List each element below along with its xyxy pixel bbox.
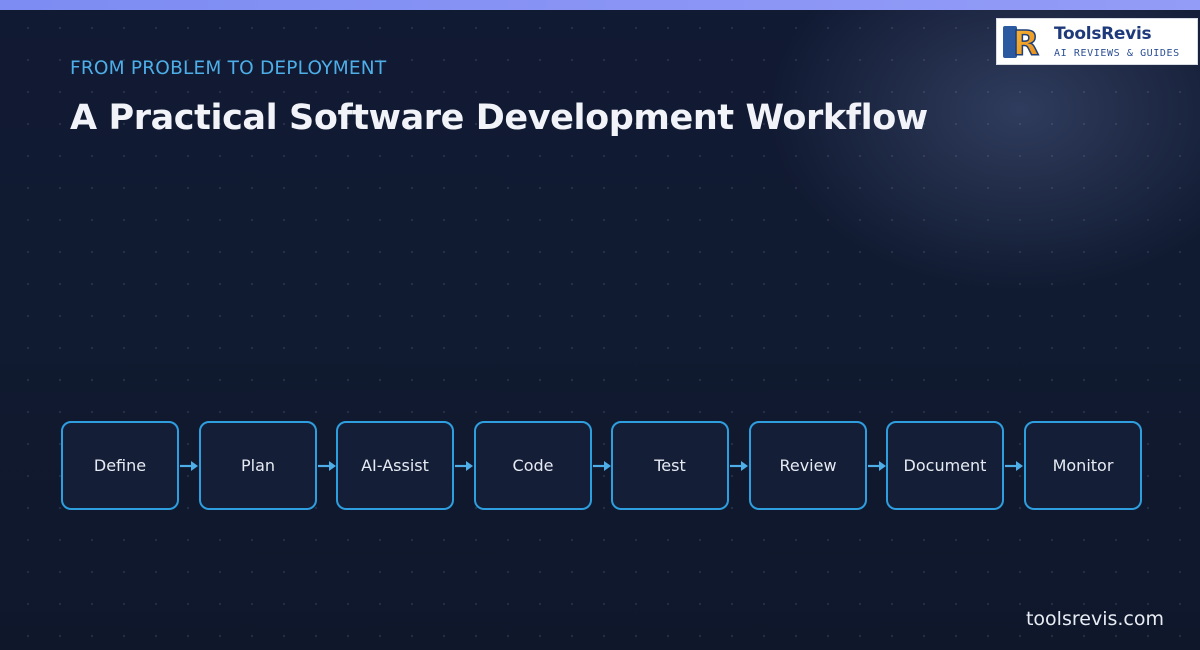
workflow-step-document: Document	[886, 421, 1004, 510]
workflow-step-ai-assist: AI-Assist	[336, 421, 454, 510]
workflow-step-label: Define	[93, 456, 147, 475]
workflow-step-test: Test	[611, 421, 729, 510]
workflow-step-label: Test	[654, 456, 686, 475]
arrow-right-icon	[1005, 461, 1023, 471]
workflow-step-label: Document	[903, 456, 987, 475]
workflow-step-label: Plan	[240, 456, 276, 475]
top-accent-bar	[0, 0, 1200, 10]
logo-mark-letter: R	[1013, 24, 1039, 61]
workflow-step-define: Define	[61, 421, 179, 510]
arrow-right-icon	[455, 461, 473, 471]
workflow-step-label: Code	[512, 456, 554, 475]
workflow-step-code: Code	[474, 421, 592, 510]
brand-logo[interactable]: R ToolsRevis AI REVIEWS & GUIDES	[996, 18, 1198, 65]
logo-mark-icon: R	[1003, 23, 1040, 61]
eyebrow-text: FROM PROBLEM TO DEPLOYMENT	[70, 58, 387, 79]
arrow-right-icon	[593, 461, 611, 471]
slide-canvas: FROM PROBLEM TO DEPLOYMENT A Practical S…	[0, 0, 1200, 650]
workflow-step-review: Review	[749, 421, 867, 510]
arrow-right-icon	[318, 461, 336, 471]
brand-name: ToolsRevis	[1054, 24, 1152, 44]
workflow-step-label: AI-Assist	[361, 456, 429, 475]
arrow-right-icon	[180, 461, 198, 471]
arrow-right-icon	[868, 461, 886, 471]
workflow-step-plan: Plan	[199, 421, 317, 510]
footer-url[interactable]: toolsrevis.com	[1026, 608, 1164, 630]
page-title: A Practical Software Development Workflo…	[70, 98, 928, 138]
arrow-right-icon	[730, 461, 748, 471]
workflow-step-label: Review	[779, 456, 837, 475]
brand-tagline: AI REVIEWS & GUIDES	[1054, 48, 1180, 59]
workflow-step-label: Monitor	[1052, 456, 1114, 475]
workflow-step-monitor: Monitor	[1024, 421, 1142, 510]
